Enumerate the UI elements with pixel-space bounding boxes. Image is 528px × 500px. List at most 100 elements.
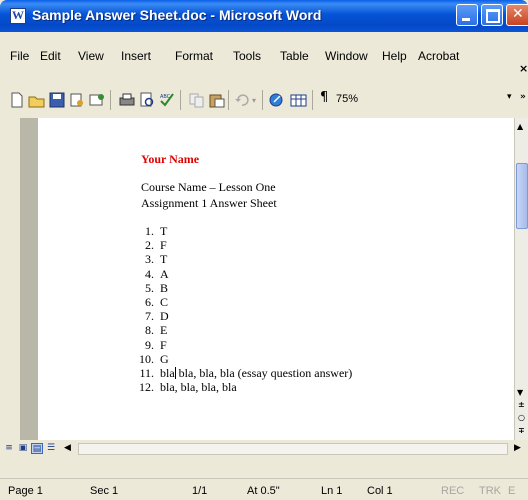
web-layout-icon[interactable]: ▣ [17, 443, 29, 454]
doc-name-heading: Your Name [141, 152, 200, 166]
answer-text: F [160, 238, 167, 253]
select-browse-object-icon[interactable]: ○ [518, 413, 525, 422]
zoom-box[interactable]: 75% [336, 93, 372, 111]
toolbar-separator [262, 90, 263, 110]
answer-item: 11. bla bla, bla, bla (essay question ans… [132, 366, 352, 381]
horizontal-bar: ≡ ▣ ▤ ☰ ◀ ▶ [0, 440, 528, 458]
answer-item: 5. B [132, 281, 168, 296]
spelling-grammar-icon[interactable]: ABC [158, 92, 176, 108]
answer-item: 12. bla, bla, bla, bla [132, 380, 237, 395]
answer-text: bla [160, 366, 175, 380]
scroll-up-icon[interactable]: ▲ [517, 122, 523, 131]
answer-number: 10. [139, 351, 154, 366]
menu-acrobat[interactable]: Acrobat [418, 49, 459, 63]
answer-number: 2. [145, 238, 154, 253]
status-page: Page 1 [8, 485, 43, 497]
window-title: Sample Answer Sheet.doc - Microsoft Word [32, 7, 322, 23]
answer-text: A [160, 266, 169, 281]
answer-text: E [160, 323, 168, 338]
next-page-icon[interactable]: ∓ [518, 426, 525, 435]
toolbar-separator [110, 90, 111, 110]
open-folder-icon[interactable] [28, 92, 46, 108]
outline-view-icon[interactable]: ☰ [45, 443, 57, 454]
copy-icon[interactable] [188, 92, 206, 108]
answer-text: G [160, 351, 169, 366]
status-line: Ln 1 [321, 485, 343, 497]
answer-item: 9. F [132, 338, 167, 353]
title-bar[interactable]: Sample Answer Sheet.doc - Microsoft Word [0, 0, 528, 32]
answer-number: 3. [145, 252, 154, 267]
paste-icon[interactable] [208, 92, 226, 108]
answer-text: D [160, 309, 169, 324]
answer-item: 6. C [132, 295, 168, 310]
permission-icon[interactable] [68, 92, 86, 108]
answer-number: 6. [145, 295, 154, 309]
answer-text: bla, bla, bla, bla [160, 380, 237, 395]
save-icon[interactable] [48, 92, 66, 108]
new-document-icon[interactable] [8, 92, 26, 108]
previous-page-icon[interactable]: ± [518, 400, 525, 409]
vertical-ruler [20, 118, 39, 440]
print-layout-icon[interactable]: ▤ [31, 443, 43, 454]
answer-item: 4. A [132, 267, 169, 282]
print-preview-icon[interactable] [138, 92, 156, 108]
answer-text: bla, bla, bla (essay question answer) [175, 366, 353, 380]
status-bar: Page 1 Sec 1 1/1 At 0.5" Ln 1 Col 1 REC … [0, 478, 528, 500]
zoom-dropdown-icon[interactable]: ▾ [507, 92, 512, 102]
vertical-scrollbar[interactable]: ▲ ▼ ± ○ ∓ [514, 118, 528, 458]
menu-window[interactable]: Window [325, 49, 368, 63]
standard-toolbar: ABC ▾ ¶ 75% ▾ » [0, 76, 528, 116]
menu-bar: File Edit View Insert Format Tools Table… [0, 40, 528, 75]
email-icon[interactable] [88, 92, 106, 108]
print-icon[interactable] [118, 92, 136, 108]
menu-tools[interactable]: Tools [233, 49, 261, 63]
undo-icon[interactable] [234, 92, 252, 108]
answer-number: 11. [139, 366, 154, 380]
answer-number: 7. [145, 309, 154, 324]
vertical-scroll-thumb[interactable] [516, 163, 528, 229]
menu-insert[interactable]: Insert [121, 49, 151, 63]
status-page-count: 1/1 [192, 485, 208, 497]
doc-assignment-line: Assignment 1 Answer Sheet [141, 196, 277, 210]
menu-view[interactable]: View [78, 49, 104, 63]
status-column: Col 1 [367, 485, 393, 497]
menu-table[interactable]: Table [280, 49, 309, 63]
answer-text: F [160, 337, 167, 352]
document-page[interactable]: Your Name Course Name – Lesson One Assig… [38, 118, 514, 440]
document-close-icon[interactable]: × [519, 62, 528, 75]
menu-edit[interactable]: Edit [40, 49, 61, 63]
tables-borders-icon[interactable] [290, 92, 308, 108]
hyperlink-icon[interactable] [268, 92, 286, 108]
status-trk[interactable]: TRK [479, 485, 501, 497]
toolbar-separator [180, 90, 181, 110]
doc-course-line: Course Name – Lesson One [141, 180, 276, 194]
answer-number: 1. [145, 224, 154, 238]
status-position: At 0.5" [247, 485, 280, 497]
menu-file[interactable]: File [10, 49, 29, 63]
answer-item: 10. G [132, 352, 169, 367]
word-window: Sample Answer Sheet.doc - Microsoft Word… [0, 0, 528, 500]
status-section: Sec 1 [90, 485, 119, 497]
toolbar-separator [228, 90, 229, 110]
answer-item: 7. D [132, 309, 169, 324]
svg-text:ABC: ABC [160, 94, 171, 100]
toolbar-options-icon[interactable]: » [520, 92, 526, 102]
word-app-icon[interactable] [10, 8, 26, 24]
scroll-down-icon[interactable]: ▼ [517, 388, 523, 397]
answer-number: 4. [145, 266, 154, 281]
toolbar-separator [312, 90, 313, 110]
horizontal-scrollbar[interactable] [78, 443, 508, 455]
scroll-right-icon[interactable]: ▶ [514, 443, 521, 453]
answer-item: 1. T [132, 224, 167, 239]
close-button[interactable] [506, 4, 528, 26]
minimize-button[interactable] [456, 4, 478, 26]
answer-number: 5. [145, 280, 154, 295]
status-ext[interactable]: E [508, 485, 515, 497]
normal-view-icon[interactable]: ≡ [3, 443, 15, 454]
menu-help[interactable]: Help [382, 49, 407, 63]
status-rec[interactable]: REC [441, 485, 464, 497]
menu-format[interactable]: Format [175, 49, 213, 63]
answer-number: 8. [145, 323, 154, 338]
maximize-button[interactable] [481, 4, 503, 26]
scroll-left-icon[interactable]: ◀ [64, 443, 71, 453]
